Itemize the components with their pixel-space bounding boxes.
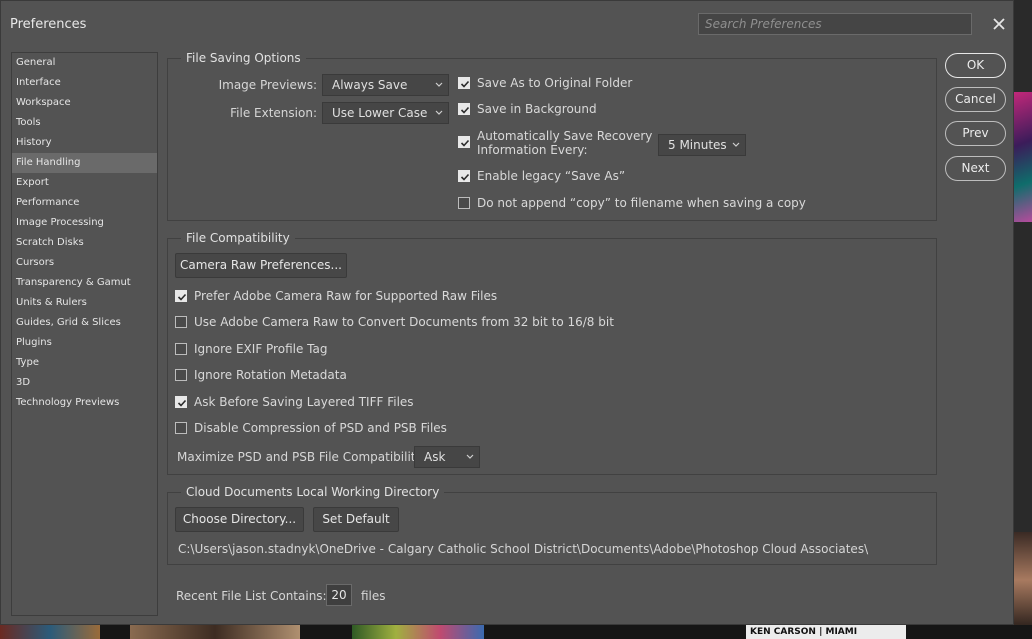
camera-raw-convert-label[interactable]: Use Adobe Camera Raw to Convert Document… xyxy=(194,315,614,329)
sidebar-item-scratch-disks[interactable]: Scratch Disks xyxy=(12,233,157,253)
disable-compression-label[interactable]: Disable Compression of PSD and PSB Files xyxy=(194,421,447,435)
sidebar-item-3d[interactable]: 3D xyxy=(12,373,157,393)
group-title-cloud-documents: Cloud Documents Local Working Directory xyxy=(181,484,445,500)
background-thumbnail-caption: KEN CARSON | MIAMI xyxy=(746,625,906,639)
save-in-background-checkbox[interactable] xyxy=(458,103,470,115)
set-default-button[interactable]: Set Default xyxy=(313,507,399,532)
cancel-button[interactable]: Cancel xyxy=(945,87,1006,112)
camera-raw-convert-checkbox[interactable] xyxy=(175,316,187,328)
file-extension-label: File Extension: xyxy=(230,106,317,120)
sidebar-item-workspace[interactable]: Workspace xyxy=(12,93,157,113)
choose-directory-button[interactable]: Choose Directory... xyxy=(175,507,304,532)
sidebar-item-image-processing[interactable]: Image Processing xyxy=(12,213,157,233)
disable-compression-checkbox[interactable] xyxy=(175,422,187,434)
ask-layered-tiff-checkbox[interactable] xyxy=(175,396,187,408)
recent-files-suffix: files xyxy=(361,589,386,603)
sidebar-item-cursors[interactable]: Cursors xyxy=(12,253,157,273)
auto-save-recovery-checkbox[interactable] xyxy=(458,136,470,148)
prefer-camera-raw-checkbox[interactable] xyxy=(175,290,187,302)
prefer-camera-raw-label[interactable]: Prefer Adobe Camera Raw for Supported Ra… xyxy=(194,289,497,303)
legacy-save-as-label[interactable]: Enable legacy “Save As” xyxy=(477,169,625,183)
save-as-original-checkbox[interactable] xyxy=(458,77,470,89)
image-previews-select[interactable]: Always Save xyxy=(322,74,449,96)
file-extension-select[interactable]: Use Lower Case xyxy=(322,102,449,124)
ok-button[interactable]: OK xyxy=(945,53,1006,78)
no-copy-append-label[interactable]: Do not append “copy” to filename when sa… xyxy=(477,196,806,210)
close-icon xyxy=(993,18,1005,30)
sidebar-item-transparency-gamut[interactable]: Transparency & Gamut xyxy=(12,273,157,293)
background-thumbnail xyxy=(130,625,300,639)
title-bar: Preferences xyxy=(1,1,1013,49)
preferences-dialog: Preferences General Interface Workspace … xyxy=(0,0,1014,625)
background-artwork-thumbnail xyxy=(1014,92,1032,222)
file-extension-value: Use Lower Case xyxy=(332,106,428,120)
image-previews-label: Image Previews: xyxy=(218,78,317,92)
sidebar-item-guides-grid-slices[interactable]: Guides, Grid & Slices xyxy=(12,313,157,333)
chevron-down-icon xyxy=(435,82,443,87)
chevron-down-icon xyxy=(466,454,474,459)
checkmark-icon xyxy=(460,173,470,181)
maximize-compat-select[interactable]: Ask xyxy=(414,446,480,468)
recent-files-count-input[interactable] xyxy=(326,584,352,606)
image-previews-value: Always Save xyxy=(332,78,408,92)
ignore-rotation-checkbox[interactable] xyxy=(175,369,187,381)
close-button[interactable] xyxy=(989,14,1009,34)
checkmark-icon xyxy=(460,106,470,114)
dialog-title: Preferences xyxy=(10,17,87,32)
save-in-background-label[interactable]: Save in Background xyxy=(477,102,597,116)
checkmark-icon xyxy=(460,139,470,147)
sidebar-item-tools[interactable]: Tools xyxy=(12,113,157,133)
checkmark-icon xyxy=(177,293,187,301)
auto-save-interval-select[interactable]: 5 Minutes xyxy=(658,134,746,156)
checkmark-icon xyxy=(460,80,470,88)
ignore-exif-checkbox[interactable] xyxy=(175,343,187,355)
legacy-save-as-checkbox[interactable] xyxy=(458,170,470,182)
auto-save-interval-value: 5 Minutes xyxy=(668,138,727,152)
sidebar-item-file-handling[interactable]: File Handling xyxy=(12,153,157,173)
maximize-compat-label: Maximize PSD and PSB File Compatibility: xyxy=(177,450,426,464)
ignore-exif-label[interactable]: Ignore EXIF Profile Tag xyxy=(194,342,327,356)
no-copy-append-checkbox[interactable] xyxy=(458,197,470,209)
prev-button[interactable]: Prev xyxy=(945,121,1006,146)
background-thumbnail xyxy=(352,625,484,639)
auto-save-recovery-label-line1[interactable]: Automatically Save Recovery xyxy=(477,129,652,143)
next-button[interactable]: Next xyxy=(945,156,1006,181)
sidebar: General Interface Workspace Tools Histor… xyxy=(11,52,158,616)
auto-save-recovery-label-line2[interactable]: Information Every: xyxy=(477,143,588,157)
chevron-down-icon xyxy=(732,142,740,147)
background-thumbnail xyxy=(0,625,100,639)
background-photo-thumbnail xyxy=(1014,532,1032,628)
sidebar-item-performance[interactable]: Performance xyxy=(12,193,157,213)
group-title-file-compatibility: File Compatibility xyxy=(181,230,295,246)
sidebar-item-type[interactable]: Type xyxy=(12,353,157,373)
ignore-rotation-label[interactable]: Ignore Rotation Metadata xyxy=(194,368,347,382)
checkmark-icon xyxy=(177,399,187,407)
sidebar-item-technology-previews[interactable]: Technology Previews xyxy=(12,393,157,413)
sidebar-item-general[interactable]: General xyxy=(12,53,157,73)
sidebar-item-units-rulers[interactable]: Units & Rulers xyxy=(12,293,157,313)
group-title-file-saving: File Saving Options xyxy=(181,50,306,66)
sidebar-item-export[interactable]: Export xyxy=(12,173,157,193)
recent-files-label: Recent File List Contains: xyxy=(176,589,327,603)
maximize-compat-value: Ask xyxy=(424,450,446,464)
cloud-directory-path: C:\Users\jason.stadnyk\OneDrive - Calgar… xyxy=(178,542,869,556)
camera-raw-preferences-button[interactable]: Camera Raw Preferences... xyxy=(175,253,347,278)
sidebar-item-interface[interactable]: Interface xyxy=(12,73,157,93)
save-as-original-label[interactable]: Save As to Original Folder xyxy=(477,76,632,90)
sidebar-item-history[interactable]: History xyxy=(12,133,157,153)
search-input[interactable] xyxy=(698,13,972,35)
sidebar-item-plugins[interactable]: Plugins xyxy=(12,333,157,353)
ask-layered-tiff-label[interactable]: Ask Before Saving Layered TIFF Files xyxy=(194,395,414,409)
chevron-down-icon xyxy=(435,110,443,115)
